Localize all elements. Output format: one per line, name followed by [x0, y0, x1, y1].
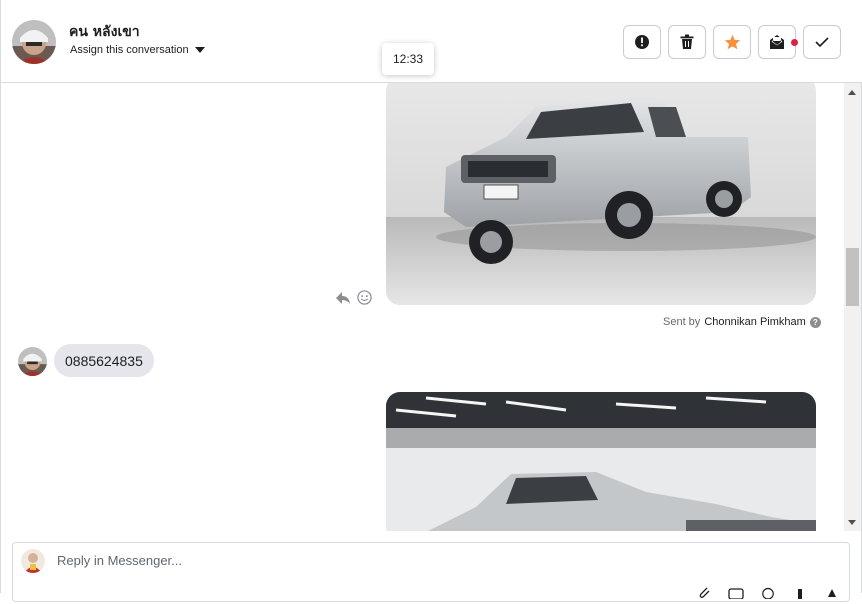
- scroll-up-arrow-icon[interactable]: [848, 90, 856, 95]
- composer-tools: [696, 585, 840, 600]
- emoji-icon[interactable]: [760, 585, 776, 600]
- mark-done-button[interactable]: [803, 25, 841, 59]
- alert-circle-icon: [635, 35, 649, 49]
- assign-conversation-dropdown[interactable]: Assign this conversation: [70, 44, 205, 56]
- caret-down-icon: [194, 47, 205, 53]
- saved-reply-icon[interactable]: [728, 585, 744, 600]
- mark-spam-button[interactable]: [623, 25, 661, 59]
- reply-composer: [12, 542, 850, 602]
- contact-avatar-small: [18, 347, 47, 376]
- sent-by-line: Sent by Chonnikan Pimkham ?: [663, 316, 821, 328]
- reply-icon[interactable]: [335, 291, 351, 305]
- contact-avatar[interactable]: [12, 20, 56, 64]
- star-button[interactable]: [713, 25, 751, 59]
- emoji-reaction-icon[interactable]: [357, 290, 372, 305]
- trash-icon: [680, 34, 694, 49]
- payment-icon[interactable]: [792, 585, 808, 599]
- header-actions: [623, 25, 841, 59]
- timestamp-tooltip: 12:33: [382, 43, 434, 75]
- envelope-icon: [770, 35, 784, 49]
- attachment-icon[interactable]: [696, 585, 712, 599]
- message-tools: [335, 290, 372, 305]
- star-icon: [724, 34, 740, 50]
- scroll-down-arrow-icon[interactable]: [848, 520, 856, 525]
- assign-label: Assign this conversation: [70, 44, 189, 56]
- agent-avatar: [21, 549, 45, 573]
- sent-by-name[interactable]: Chonnikan Pimkham: [704, 316, 806, 328]
- conversation-panel: คน หลังเขา Assign this conversation 12:3…: [0, 0, 862, 602]
- reply-input[interactable]: [57, 553, 757, 568]
- sent-image-pickup-truck-2[interactable]: [386, 392, 816, 531]
- notification-dot: [791, 39, 798, 46]
- help-icon[interactable]: ?: [809, 316, 821, 328]
- scrollbar-thumb[interactable]: [846, 248, 859, 306]
- message-list[interactable]: Sent by Chonnikan Pimkham ? 0885624835: [1, 83, 844, 531]
- more-tools-icon[interactable]: [824, 585, 840, 599]
- delete-button[interactable]: [668, 25, 706, 59]
- sent-image-pickup-truck[interactable]: [386, 83, 816, 305]
- message-scrollbar[interactable]: [844, 83, 861, 531]
- incoming-message-bubble[interactable]: 0885624835: [54, 344, 154, 377]
- check-icon: [815, 37, 829, 48]
- contact-name: คน หลังเขา: [69, 24, 140, 40]
- sent-by-prefix: Sent by: [663, 316, 701, 328]
